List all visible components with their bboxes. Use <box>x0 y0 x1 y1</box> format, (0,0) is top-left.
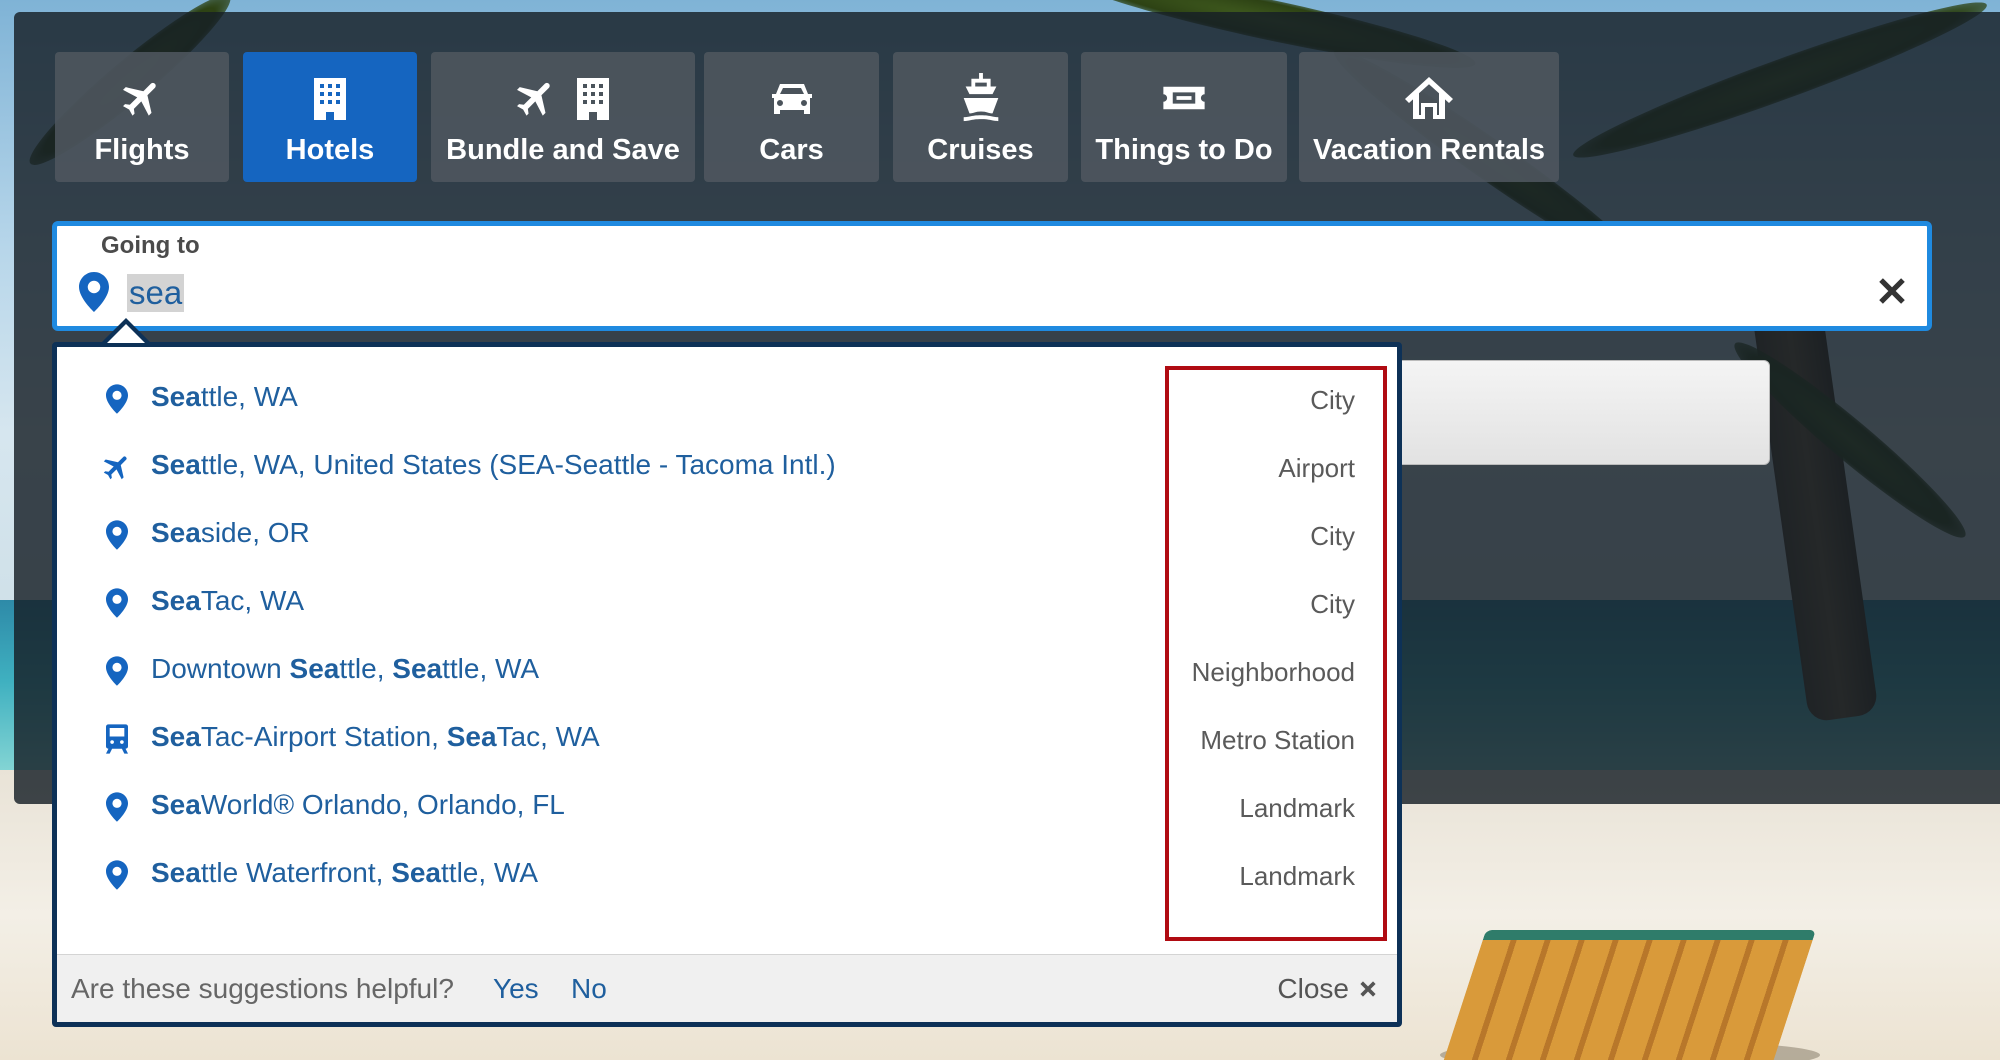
match-highlight: Sea <box>289 653 340 684</box>
match-highlight: Sea <box>391 857 442 888</box>
suggestion-label: Seattle, WA <box>151 381 298 413</box>
car-icon <box>771 84 812 114</box>
airplane-icon <box>123 82 156 116</box>
feedback-yes-link[interactable]: Yes <box>493 973 539 1005</box>
tab-hotels[interactable]: Hotels <box>243 52 417 182</box>
suggestion-text: Downtown <box>151 653 290 684</box>
train-icon <box>101 723 133 755</box>
airplane-icon <box>101 451 133 483</box>
match-highlight: Sea <box>446 721 497 752</box>
suggestion-text: ttle, WA <box>441 857 538 888</box>
suggestion-text: Tac-Airport Station, <box>200 721 447 752</box>
close-suggestions-button[interactable]: Close <box>1277 973 1377 1005</box>
map-pin-icon <box>79 272 109 312</box>
match-highlight: Sea <box>151 517 201 548</box>
close-icon <box>1360 981 1376 997</box>
match-highlight: Sea <box>392 653 443 684</box>
suggestion-text: side, OR <box>200 517 310 548</box>
tab-vacation-rentals[interactable]: Vacation Rentals <box>1299 52 1559 182</box>
tab-label: Flights <box>94 134 190 166</box>
suggestion-text: ttle, WA, United States (SEA-Seattle - T… <box>200 449 836 480</box>
house-icon <box>1405 77 1453 119</box>
close-icon[interactable] <box>1879 278 1905 304</box>
tab-flights[interactable]: Flights <box>55 52 229 182</box>
type-column-highlight <box>1165 366 1387 941</box>
tab-bundle-and-save[interactable]: Bundle and Save <box>431 52 695 182</box>
suggestion-text: Tac, WA <box>496 721 600 752</box>
suggestion-label: SeaWorld® Orlando, Orlando, FL <box>151 789 565 821</box>
feedback-no-link[interactable]: No <box>571 973 607 1005</box>
feedback-question: Are these suggestions helpful? <box>71 973 454 1004</box>
suggestion-text: Tac, WA <box>200 585 305 616</box>
match-highlight: Sea <box>151 585 201 616</box>
map-pin-icon <box>101 859 133 891</box>
suggestion-label: Seattle Waterfront, Seattle, WA <box>151 857 538 889</box>
going-to-field[interactable]: Going to sea <box>52 221 1932 331</box>
tab-label: Vacation Rentals <box>1312 134 1546 166</box>
going-to-input[interactable]: sea <box>127 274 185 312</box>
match-highlight: Sea <box>151 857 201 888</box>
suggestion-label: Downtown Seattle, Seattle, WA <box>151 653 539 685</box>
tab-things-to-do[interactable]: Things to Do <box>1081 52 1287 182</box>
map-pin-icon <box>101 587 133 619</box>
beach-chair <box>1434 930 1816 1060</box>
suggestion-label: Seaside, OR <box>151 517 310 549</box>
tab-label: Hotels <box>285 134 375 166</box>
tab-label: Cruises <box>927 134 1034 166</box>
tab-label: Cars <box>759 134 824 166</box>
suggestion-text: ttle Waterfront, <box>200 857 392 888</box>
match-highlight: Sea <box>151 381 201 412</box>
match-highlight: Sea <box>151 449 201 480</box>
suggestion-text: ttle, WA <box>442 653 540 684</box>
going-to-label: Going to <box>101 232 200 259</box>
suggestion-text: ttle, WA <box>200 381 298 412</box>
suggestion-label: Seattle, WA, United States (SEA-Seattle … <box>151 449 836 481</box>
search-button-partial[interactable] <box>1380 360 1770 465</box>
tab-label: Bundle and Save <box>446 134 680 166</box>
map-pin-icon <box>101 655 133 687</box>
suggestion-label: SeaTac-Airport Station, SeaTac, WA <box>151 721 600 753</box>
match-highlight: Sea <box>151 721 201 752</box>
suggestion-text: World® Orlando, Orlando, FL <box>200 789 565 820</box>
dropdown-caret-inner <box>107 324 145 343</box>
ship-icon <box>963 73 998 122</box>
tab-label: Things to Do <box>1095 134 1273 166</box>
hotel-building-icon <box>314 78 346 120</box>
suggestion-label: SeaTac, WA <box>151 585 304 617</box>
match-highlight: Sea <box>151 789 201 820</box>
ticket-icon <box>1163 86 1205 110</box>
map-pin-icon <box>101 383 133 415</box>
tab-cruises[interactable]: Cruises <box>893 52 1068 182</box>
suggestion-text: ttle, <box>339 653 393 684</box>
hotel-building-icon <box>577 78 609 120</box>
suggestions-footer: Are these suggestions helpful? Yes No Cl… <box>57 954 1397 1022</box>
close-label: Close <box>1277 973 1349 1004</box>
airplane-icon <box>517 82 550 116</box>
map-pin-icon <box>101 791 133 823</box>
tab-cars[interactable]: Cars <box>704 52 879 182</box>
map-pin-icon <box>101 519 133 551</box>
